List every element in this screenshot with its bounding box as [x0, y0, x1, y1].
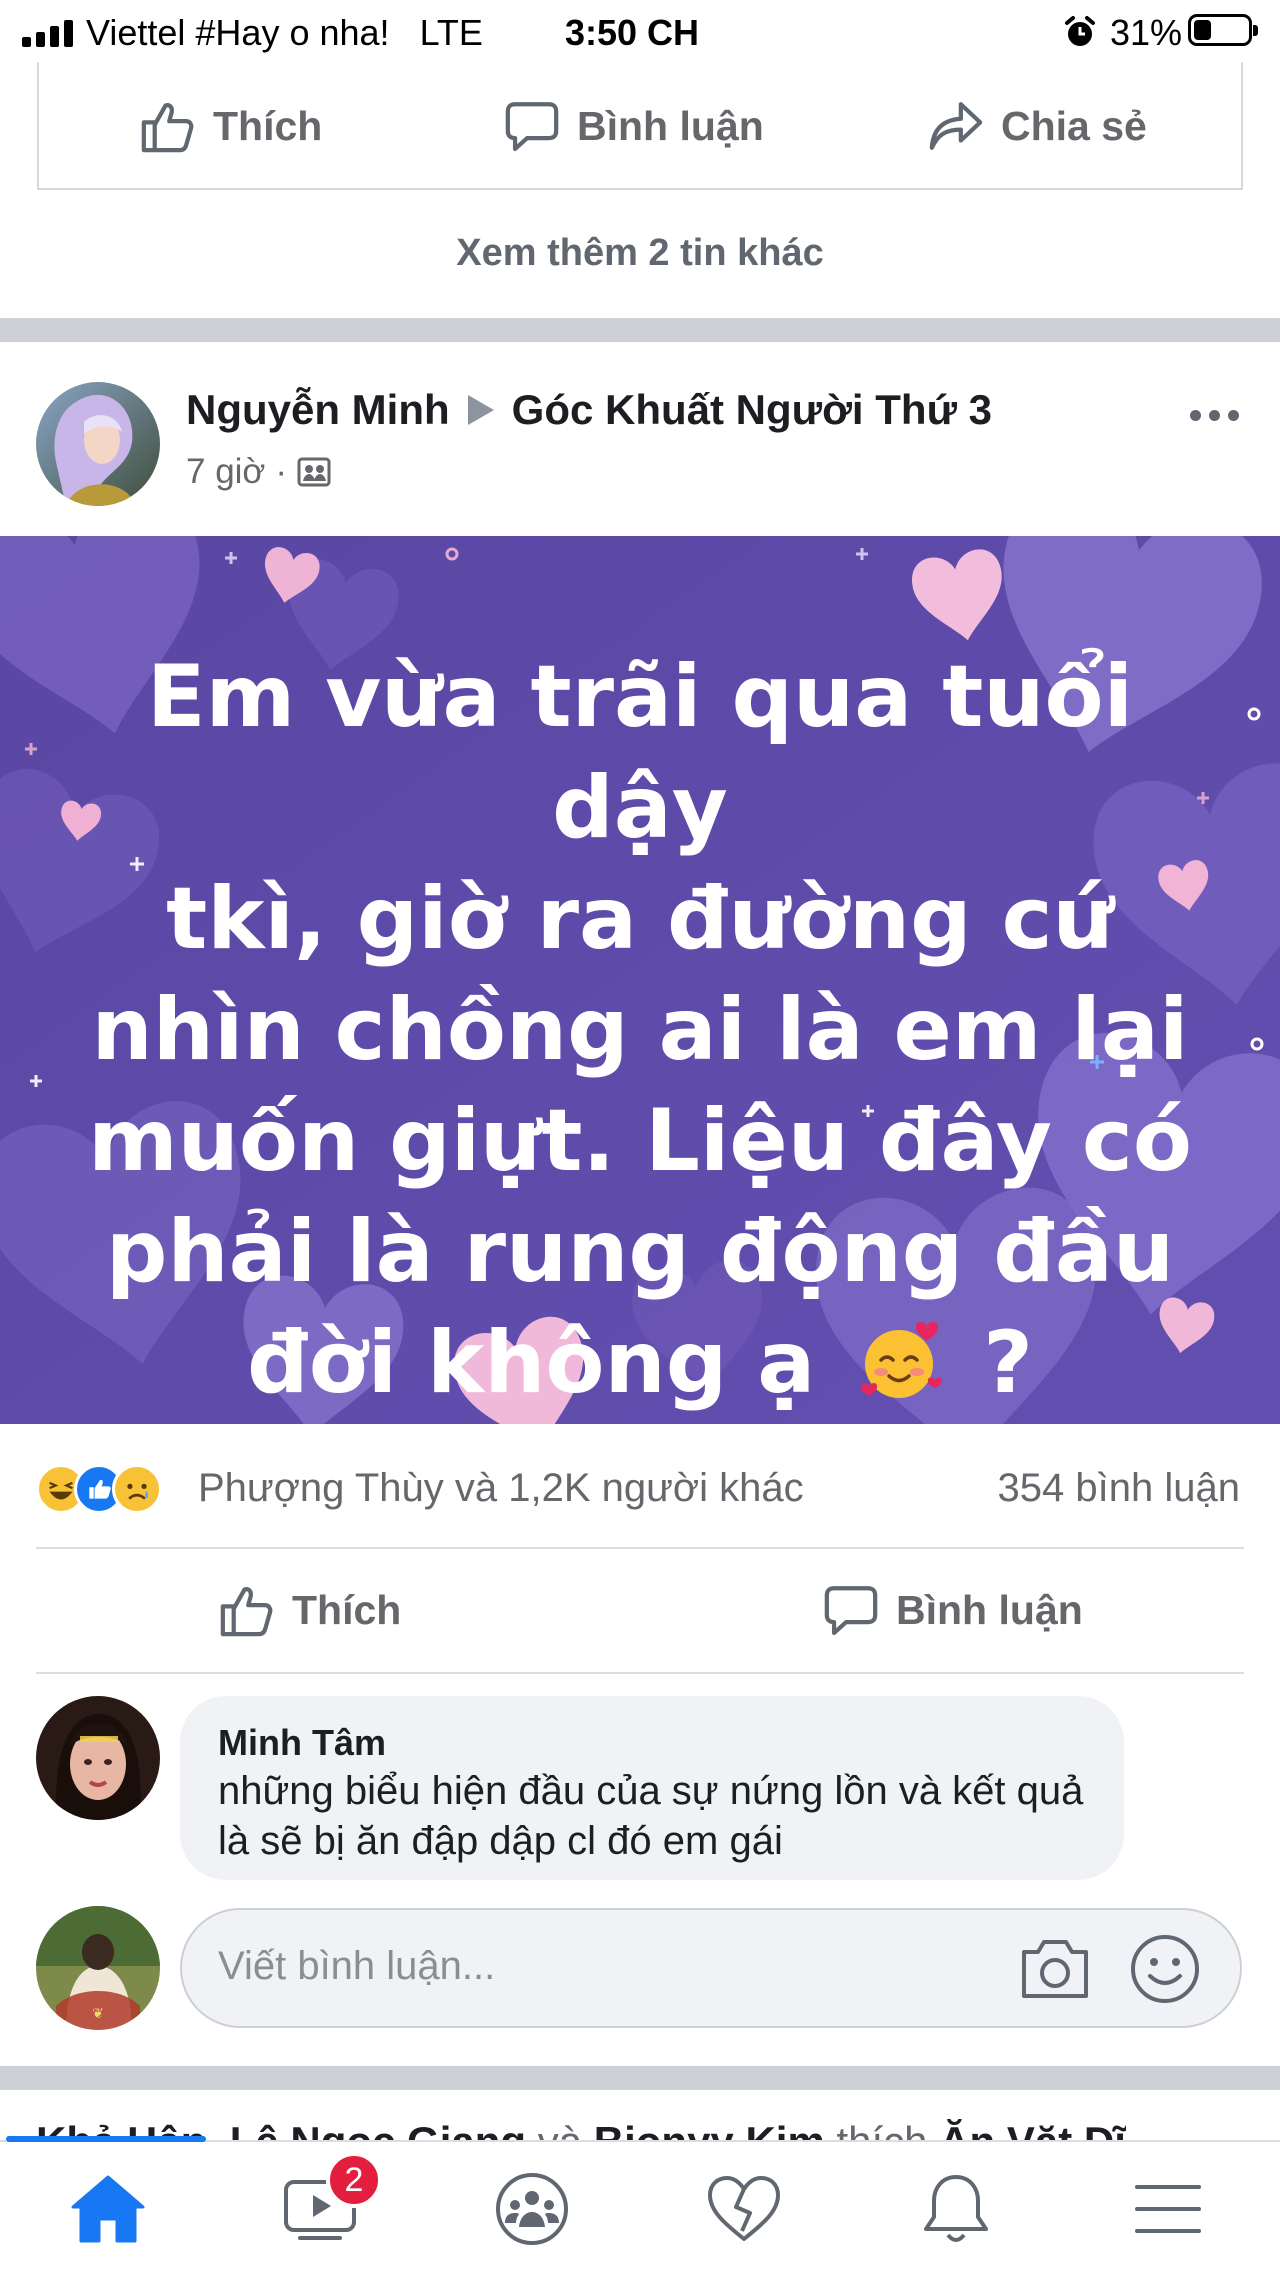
share-label: Chia sẻ [1001, 102, 1147, 149]
post-options-icon[interactable] [1190, 410, 1239, 421]
clock: 3:50 CH [565, 12, 700, 53]
card-line: Em vừa trãi qua tuổi dậy [146, 647, 1134, 858]
feed-separator [0, 318, 1280, 342]
reactions-summary[interactable]: Phượng Thùy và 1,2K người khác [198, 1466, 804, 1511]
smiling-face-with-hearts-icon [861, 1322, 943, 1398]
network-type: LTE [419, 12, 483, 53]
emoji-icon[interactable] [1128, 1932, 1202, 2006]
post-meta: 7 giờ · [186, 452, 331, 492]
status-bar: Viettel #Hay o nha! LTE 3:50 CH 31% [0, 0, 1280, 64]
carrier-name: Viettel #Hay o nha! [86, 12, 390, 53]
carrier-label: Viettel #Hay o nha! LTE [86, 12, 483, 54]
like-label: Thích [292, 1586, 402, 1633]
card-line: phải là rung động đầu [105, 1202, 1175, 1302]
meta-dot: · [275, 452, 288, 491]
triangle-arrow-icon [467, 395, 494, 425]
thumbs-up-icon [220, 1587, 273, 1637]
groups-icon [496, 2173, 568, 2245]
tab-groups[interactable] [432, 2142, 632, 2276]
post-author-line: Nguyễn Minh Góc Khuất Người Thứ 3 [186, 386, 992, 434]
bottom-tab-bar [0, 2140, 1280, 2276]
author-name[interactable]: Nguyễn Minh [186, 386, 450, 434]
post-text-card: Em vừa trãi qua tuổi dậy tkì, giờ ra đườ… [0, 536, 1280, 1424]
card-line: muốn giựt. Liệu đây có [88, 1091, 1192, 1191]
battery-percent: 31% [1110, 12, 1183, 53]
camera-icon[interactable] [1018, 1934, 1092, 2004]
like-button[interactable]: Thích [139, 62, 322, 190]
author-avatar[interactable] [36, 382, 160, 506]
comment-label: Bình luận [896, 1586, 1083, 1633]
alarm-icon [1062, 14, 1098, 55]
home-icon [71, 2175, 145, 2243]
post-like-button[interactable]: Thích [218, 1548, 401, 1672]
tab-watch[interactable] [220, 2142, 420, 2276]
comment-label: Bình luận [577, 102, 764, 149]
comment-input[interactable]: Viết bình luận... [180, 1908, 1242, 2028]
watch-badge: 2 [326, 2152, 382, 2208]
comment-count[interactable]: 354 bình luận [998, 1466, 1240, 1511]
sad-reaction-icon [112, 1464, 162, 1514]
hamburger-menu-icon [1135, 2185, 1201, 2233]
comment-text: những biểu hiện đầu của sự nứng lồn và k… [218, 1769, 1084, 1863]
group-name[interactable]: Góc Khuất Người Thứ 3 [512, 386, 992, 434]
thumbs-up-icon [141, 103, 194, 153]
feed-separator [0, 2066, 1280, 2090]
previous-post-actions: Thích Bình luận Chia sẻ [37, 62, 1243, 190]
comment-icon [824, 1586, 878, 1636]
signal-icon [22, 20, 73, 47]
comment-placeholder: Viết bình luận... [218, 1944, 496, 1988]
see-more-stories-link[interactable]: Xem thêm 2 tin khác [0, 232, 1280, 275]
share-icon [929, 102, 983, 150]
group-icon [297, 457, 331, 487]
commenter-avatar[interactable] [36, 1696, 160, 1820]
dating-heart-icon [708, 2176, 780, 2241]
comment-icon [505, 102, 559, 152]
tab-dating[interactable] [644, 2142, 844, 2276]
battery-icon [1188, 14, 1258, 46]
comment-button[interactable]: Bình luận [503, 62, 764, 190]
post-time[interactable]: 7 giờ [186, 452, 265, 492]
like-label: Thích [213, 102, 323, 149]
divider [36, 1672, 1244, 1674]
card-line: đời không ạ [246, 1313, 816, 1413]
bell-icon [924, 2175, 988, 2242]
tab-notifications[interactable] [856, 2142, 1056, 2276]
card-tail: ? [983, 1313, 1034, 1413]
reaction-icons[interactable] [36, 1464, 162, 1514]
my-avatar: ❦ [36, 1906, 160, 2030]
card-line: tkì, giờ ra đường cứ [166, 869, 1114, 969]
tab-menu[interactable] [1068, 2142, 1268, 2276]
post-card-text: Em vừa trãi qua tuổi dậy tkì, giờ ra đườ… [60, 642, 1220, 1419]
svg-text:❦: ❦ [92, 2006, 104, 2022]
tab-home[interactable] [8, 2142, 208, 2276]
card-line: nhìn chồng ai là em lại [91, 980, 1189, 1080]
card-line-last: đời không ạ ? [60, 1308, 1220, 1419]
comment-bubble[interactable]: Minh Tâm những biểu hiện đầu của sự nứng… [180, 1696, 1124, 1880]
share-button[interactable]: Chia sẻ [927, 62, 1147, 190]
post-comment-button[interactable]: Bình luận [822, 1548, 1083, 1672]
active-tab-indicator [6, 2136, 206, 2142]
commenter-name[interactable]: Minh Tâm [218, 1722, 386, 1764]
